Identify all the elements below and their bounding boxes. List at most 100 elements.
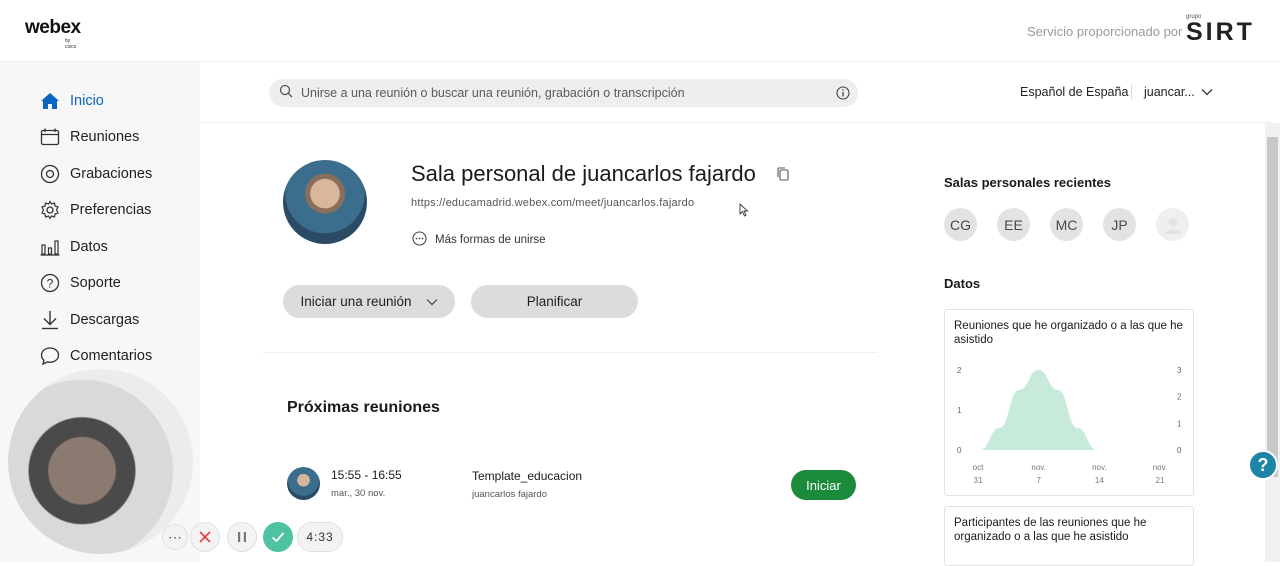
y-left-tick-label: 0 — [957, 446, 962, 455]
partner-logo: grupo SIRT — [1186, 14, 1255, 47]
bar-chart-icon — [40, 237, 60, 257]
scrollbar-thumb[interactable] — [1267, 137, 1278, 477]
sidebar-item-datos[interactable]: Datos — [40, 235, 108, 259]
chevron-down-icon — [426, 298, 438, 306]
y-right-tick-label: 0 — [1177, 446, 1182, 455]
x-tick-label: 7 — [1036, 476, 1041, 485]
chevron-down-icon — [1201, 85, 1213, 99]
info-icon[interactable] — [836, 86, 850, 105]
meeting-time: 15:55 - 16:55 — [331, 468, 402, 482]
language-selector[interactable]: Español de España — [1020, 85, 1128, 99]
comment-icon — [40, 346, 60, 366]
scrollbar[interactable] — [1265, 123, 1280, 562]
header-separator — [1131, 84, 1132, 100]
download-icon — [40, 310, 60, 330]
sidebar-item-label: Preferencias — [70, 202, 152, 218]
recent-room-chip[interactable]: JP — [1103, 208, 1136, 241]
y-left-tick-label: 2 — [957, 366, 962, 375]
recent-room-chip[interactable]: CG — [944, 208, 977, 241]
sidebar-item-grabaciones[interactable]: Grabaciones — [40, 162, 152, 186]
search-bar[interactable] — [269, 79, 858, 107]
recording-timer: 4:33 — [297, 522, 343, 552]
provided-by-text: Servicio proporcionado por — [1027, 24, 1183, 39]
help-icon: ? — [40, 273, 60, 293]
close-icon — [199, 531, 211, 543]
webcam-overlay — [8, 369, 193, 554]
partner-name: SIRT — [1186, 18, 1255, 46]
mouse-cursor-icon — [739, 203, 749, 217]
help-button[interactable]: ? — [1248, 450, 1278, 480]
sidebar-item-label: Reuniones — [70, 129, 140, 145]
svg-text:?: ? — [47, 277, 54, 291]
recent-room-chip[interactable] — [1156, 208, 1189, 241]
sidebar-item-descargas[interactable]: Descargas — [40, 308, 139, 332]
start-meeting-button[interactable]: Iniciar una reunión — [283, 285, 455, 318]
user-menu[interactable]: juancar... — [1144, 85, 1213, 99]
sidebar-item-label: Inicio — [70, 93, 104, 109]
recent-rooms-title: Salas personales recientes — [944, 175, 1111, 190]
y-right-tick-label: 3 — [1177, 366, 1182, 375]
logo-text: webex — [25, 17, 81, 38]
ellipsis-icon: ⋯ — [168, 528, 182, 545]
sidebar-item-comentarios[interactable]: Comentarios — [40, 344, 152, 368]
sidebar-item-label: Comentarios — [70, 348, 153, 364]
avatar — [283, 160, 367, 244]
recent-room-chip[interactable]: MC — [1050, 208, 1083, 241]
x-tick-label: nov. — [1092, 463, 1107, 472]
section-divider — [263, 352, 878, 353]
y-right-tick-label: 1 — [1177, 419, 1182, 428]
copy-icon[interactable] — [777, 167, 789, 186]
cancel-recording-button[interactable] — [190, 522, 220, 552]
x-tick-label: nov. — [1153, 463, 1168, 472]
recording-icon — [40, 164, 60, 184]
search-icon — [279, 84, 293, 103]
top-bar: webex by cisco Servicio proporcionado po… — [0, 0, 1280, 62]
sidebar-item-preferencias[interactable]: Preferencias — [40, 198, 151, 222]
x-tick-label: 14 — [1095, 476, 1104, 485]
recent-room-chip[interactable]: EE — [997, 208, 1030, 241]
pause-icon — [238, 532, 246, 542]
start-meeting-label: Iniciar una reunión — [300, 294, 412, 309]
sidebar-item-label: Soporte — [70, 275, 121, 291]
sidebar-item-label: Grabaciones — [70, 166, 153, 182]
schedule-button[interactable]: Planificar — [471, 285, 638, 318]
more-options-icon — [412, 231, 427, 249]
y-left-tick-label: 1 — [957, 406, 962, 415]
calendar-icon — [40, 127, 60, 147]
logo-subtext: by cisco — [65, 38, 77, 50]
meetings-chart-card[interactable]: Reuniones que he organizado o a las que … — [944, 309, 1194, 496]
search-input[interactable] — [301, 86, 821, 100]
room-url[interactable]: https://educamadrid.webex.com/meet/juanc… — [411, 197, 694, 209]
chart-area-series — [980, 370, 1097, 450]
meeting-host-avatar — [287, 467, 320, 500]
sidebar-item-inicio[interactable]: Inicio — [40, 89, 104, 113]
meeting-name[interactable]: Template_educacion — [472, 469, 582, 483]
sidebar-item-label: Descargas — [70, 312, 140, 328]
x-tick-label: 21 — [1156, 476, 1165, 485]
sidebar-item-soporte[interactable]: ? Soporte — [40, 271, 121, 295]
participants-chart-card[interactable]: Participantes de las reuniones que he or… — [944, 506, 1194, 566]
sidebar-item-reuniones[interactable]: Reuniones — [40, 125, 139, 149]
sidebar-item-label: Datos — [70, 239, 108, 255]
start-button[interactable]: Iniciar — [791, 470, 856, 500]
user-icon — [1164, 217, 1181, 234]
gear-icon — [40, 200, 60, 220]
home-icon — [40, 91, 60, 111]
user-name: juancar... — [1144, 85, 1195, 99]
chart-title: Participantes de las reuniones que he or… — [954, 517, 1147, 543]
more-options-button[interactable]: ⋯ — [162, 524, 188, 550]
check-icon — [271, 532, 285, 543]
pause-button[interactable] — [227, 522, 257, 552]
partner-group-label: grupo — [1186, 14, 1202, 20]
more-ways-label: Más formas de unirse — [435, 234, 546, 246]
webex-logo[interactable]: webex by cisco — [25, 17, 81, 50]
data-section-title: Datos — [944, 276, 981, 291]
meeting-date: mar., 30 nov. — [331, 488, 386, 499]
page-title: Sala personal de juancarlos fajardo — [411, 161, 756, 186]
header-divider — [200, 122, 1270, 123]
upcoming-title: Próximas reuniones — [287, 399, 440, 416]
y-right-tick-label: 2 — [1177, 393, 1182, 402]
area-chart: 0 1 2 0 1 2 3 oct 31 nov. 7 nov. 14 nov. 21 — [957, 366, 1182, 485]
finish-recording-button[interactable] — [263, 522, 293, 552]
more-ways-link[interactable]: Más formas de unirse — [412, 231, 546, 249]
